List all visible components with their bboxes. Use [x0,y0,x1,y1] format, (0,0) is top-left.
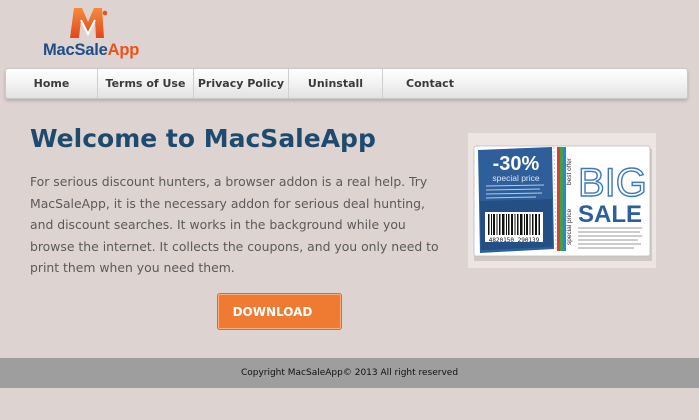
barcode-number: 4820150 290139 [489,237,540,244]
coupon-graphic: 4820150 290139 -30% special price best o… [473,145,652,261]
page-title: Welcome to MacSaleApp [30,124,376,153]
nav-privacy-policy[interactable]: Privacy Policy [194,69,289,98]
copyright-text: Copyright MacSaleApp© 2013 All right res… [240,368,459,378]
nav-home[interactable]: Home [6,69,98,98]
m-letter-logo-icon [70,8,108,38]
nav-terms-of-use[interactable]: Terms of Use [98,69,194,98]
nav-uninstall[interactable]: Uninstall [289,69,383,98]
site-logo[interactable]: MacSaleApp [40,4,150,62]
sale-label: SALE [578,201,642,228]
page-footer: Copyright MacSaleApp© 2013 All right res… [0,358,699,388]
download-button[interactable]: DOWNLOAD [218,294,341,329]
big-label: BIG [578,161,647,205]
nav-contact[interactable]: Contact [383,69,477,98]
brand-name-prefix: MacSale [43,41,108,59]
brand-name-suffix: App [107,41,140,59]
intro-paragraph: For serious discount hunters, a browser … [30,174,439,275]
main-nav: Home Terms of Use Privacy Policy Uninsta… [5,68,688,99]
brand-name: MacSaleApp [43,41,139,60]
discount-label: -30% [493,153,540,175]
special-price-label: special price [492,173,540,183]
best-offer-label: best offer [566,157,573,185]
side-special-price-label: special price [566,208,573,245]
sale-coupon-image: 4820150 290139 -30% special price best o… [468,133,656,268]
